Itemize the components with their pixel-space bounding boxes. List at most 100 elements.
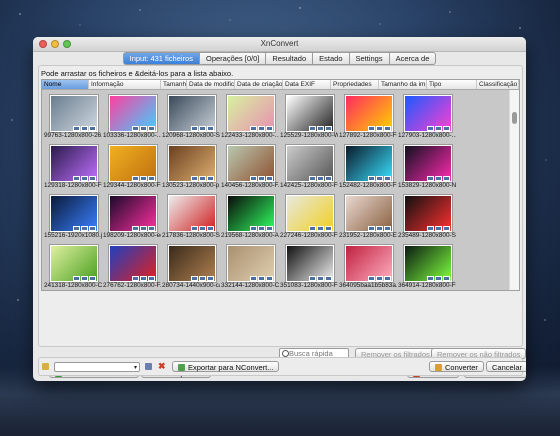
thumbnail-item[interactable]: 231952-1280x800-E... [339, 192, 397, 242]
column-info[interactable]: Informação [89, 80, 161, 89]
thumbnail-item[interactable]: 332144-1280x800-C... [221, 242, 279, 290]
thumbnail-item[interactable]: 364914-1280x800-Fu... [398, 242, 456, 290]
input-panel: Pode arrastar os ficheiros e &deitá-los … [38, 65, 526, 378]
zoom-window-button[interactable] [63, 40, 71, 48]
file-badge-icon [148, 226, 155, 231]
file-badge-icon [81, 226, 88, 231]
thumbnail-item[interactable]: 130523-1280x800-p... [162, 142, 220, 192]
column-type[interactable]: Tipo [427, 80, 477, 89]
file-badge-icon [443, 276, 450, 281]
file-badge-icon [317, 126, 324, 131]
thumbnail-item[interactable]: 217836-1280x800-Sp... [162, 192, 220, 242]
file-badge-icon [89, 126, 96, 131]
file-badge-icon [258, 276, 265, 281]
preset-select[interactable]: ▾ [54, 362, 140, 372]
thumbnail-item[interactable]: 152482-1280x800-Fu... [339, 142, 397, 192]
file-badge-icon [384, 176, 391, 181]
file-badge-icon [384, 276, 391, 281]
save-preset-icon[interactable] [145, 363, 152, 370]
thumbnail-item[interactable]: 140456-1280x800-F... [221, 142, 279, 192]
file-badge-icon [376, 226, 383, 231]
column-rating[interactable]: Classificação [477, 80, 519, 89]
tab-about[interactable]: Acerca de [389, 52, 437, 65]
delete-preset-icon[interactable]: ✖ [158, 361, 166, 372]
file-badge-icon [376, 126, 383, 131]
title-bar[interactable]: XnConvert [33, 37, 526, 52]
thumbnail-item[interactable]: 351083-1280x800-Fu... [280, 242, 338, 290]
column-exif-date[interactable]: Data EXIF [283, 80, 331, 89]
column-name[interactable]: Nome [42, 80, 89, 89]
vertical-scrollbar[interactable] [509, 90, 519, 290]
file-badge-icon [325, 176, 332, 181]
thumbnail-item[interactable]: 127892-1280x800-Fu... [339, 92, 397, 142]
file-badge-icon [258, 226, 265, 231]
file-badge-icon [368, 126, 375, 131]
file-browser: Nome Informação Tamanho Data de modifica… [41, 79, 520, 291]
file-badge-icons [73, 176, 96, 181]
file-badge-icons [132, 276, 155, 281]
bottom-bar: ▾ ✖ Exportar para NConvert... Converter … [38, 357, 526, 376]
thumbnail-caption: 152482-1280x800-Fu... [339, 182, 397, 189]
column-created-date[interactable]: Data de criação [235, 80, 283, 89]
main-tabs: Input: 431 ficheiros Operações [0/0] Res… [33, 52, 526, 65]
thumbnail-item[interactable]: 99763-1280x800-26... [44, 92, 102, 142]
file-badge-icon [384, 226, 391, 231]
convert-icon [435, 364, 442, 371]
file-badge-icon [73, 276, 80, 281]
file-badge-icon [207, 276, 214, 281]
file-badge-icon [81, 176, 88, 181]
tab-settings[interactable]: Settings [349, 52, 390, 65]
thumbnail-item[interactable]: 241318-1280x800-C... [44, 242, 102, 290]
file-badge-icon [435, 226, 442, 231]
column-modified-date[interactable]: Data de modifica [187, 80, 235, 89]
close-window-button[interactable] [39, 40, 47, 48]
column-properties[interactable]: Propriedades [331, 80, 379, 89]
column-image-size[interactable]: Tamanho da imp [379, 80, 427, 89]
thumbnail-item[interactable]: 235489-1280x800-S... [398, 192, 456, 242]
file-badge-icon [250, 226, 257, 231]
file-badge-icon [199, 226, 206, 231]
thumbnail-item[interactable]: 127903-1280x800-... [398, 92, 456, 142]
file-badge-icon [132, 176, 139, 181]
thumbnail-item[interactable]: 198209-1280x800-eq... [103, 192, 161, 242]
thumbnail-item[interactable]: 129318-1280x800-Fu... [44, 142, 102, 192]
scrollbar-thumb[interactable] [512, 112, 517, 124]
file-badge-icons [427, 176, 450, 181]
file-badge-icon [250, 176, 257, 181]
thumbnail-item[interactable]: 122433-1280x800-... [221, 92, 279, 142]
thumbnail-item[interactable]: 155216-1920x1080.jpg [44, 192, 102, 242]
thumbnail-grid: 99763-1280x800-26... 103336-1280x800-... 1… [42, 90, 509, 290]
thumbnail-item[interactable]: 103336-1280x800-... [103, 92, 161, 142]
thumbnail-item[interactable]: 227246-1280x800-Fu... [280, 192, 338, 242]
file-badge-icon [427, 226, 434, 231]
thumbnail-item[interactable]: 120968-1280x800-S... [162, 92, 220, 142]
thumbnail-item[interactable]: 142425-1280x800-Fu... [280, 142, 338, 192]
thumbnail-item[interactable]: 129344-1280x800-Fu... [103, 142, 161, 192]
thumbnail-item[interactable]: 153829-1280x800-N... [398, 142, 456, 192]
tab-output[interactable]: Resultado [266, 52, 314, 65]
file-badge-icon [89, 176, 96, 181]
tab-input[interactable]: Input: 431 ficheiros [122, 52, 200, 65]
file-badge-icons [427, 126, 450, 131]
thumbnail-item[interactable]: 219568-1280x800-A... [221, 192, 279, 242]
thumbnail-item[interactable]: 280734-1440x900-ca... [162, 242, 220, 290]
file-badge-icons [309, 276, 332, 281]
tab-operations[interactable]: Operações [0/0] [199, 52, 267, 65]
thumbnail-item[interactable]: 125529-1280x800-W... [280, 92, 338, 142]
convert-button[interactable]: Converter [429, 361, 484, 372]
tab-status[interactable]: Estado [313, 52, 350, 65]
column-size[interactable]: Tamanho [161, 80, 187, 89]
thumbnail-caption: 140456-1280x800-F... [221, 182, 279, 189]
export-nconvert-button[interactable]: Exportar para NConvert... [172, 361, 280, 372]
file-badge-icons [132, 176, 155, 181]
cancel-button[interactable]: Cancelar [486, 361, 526, 372]
file-badge-icon [132, 226, 139, 231]
minimize-window-button[interactable] [51, 40, 59, 48]
file-badge-icon [309, 126, 316, 131]
file-badge-icon [258, 126, 265, 131]
folder-icon[interactable] [42, 363, 49, 370]
thumbnail-caption: 364095baa1b5b83a... [339, 282, 397, 289]
search-icon [282, 350, 289, 357]
thumbnail-item[interactable]: 364095baa1b5b83a... [339, 242, 397, 290]
thumbnail-item[interactable]: 276762-1280x800-F... [103, 242, 161, 290]
